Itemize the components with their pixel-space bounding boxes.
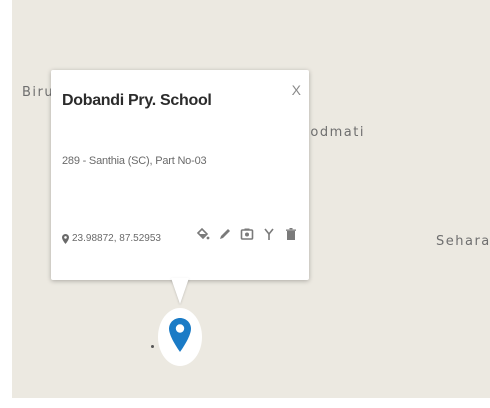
map-place-label-biru: Biru: [22, 85, 55, 100]
map-marker-icon: [169, 318, 191, 352]
location-pin-icon: [62, 233, 69, 244]
pencil-icon[interactable]: [218, 227, 232, 241]
map-place-label-bodmati: Bodmati: [300, 125, 365, 140]
map-place-label-sehara: Sehara: [436, 234, 490, 249]
fork-icon[interactable]: [262, 227, 276, 241]
popup-pointer: [171, 278, 189, 304]
info-popup: X Dobandi Pry. School 289 - Santhia (SC)…: [51, 70, 309, 280]
coordinates-row: 23.98872, 87.52953: [62, 233, 161, 244]
selected-marker[interactable]: [158, 308, 202, 366]
popup-title: Dobandi Pry. School: [62, 92, 212, 109]
trash-icon[interactable]: [284, 227, 298, 241]
map-point-dot: [151, 345, 154, 348]
popup-actions: [196, 227, 298, 241]
paint-bucket-icon[interactable]: [196, 227, 210, 241]
coordinates-text: 23.98872, 87.52953: [72, 233, 161, 244]
camera-icon[interactable]: [240, 227, 254, 241]
close-button[interactable]: X: [292, 82, 301, 98]
popup-subtitle: 289 - Santhia (SC), Part No-03: [62, 155, 207, 167]
